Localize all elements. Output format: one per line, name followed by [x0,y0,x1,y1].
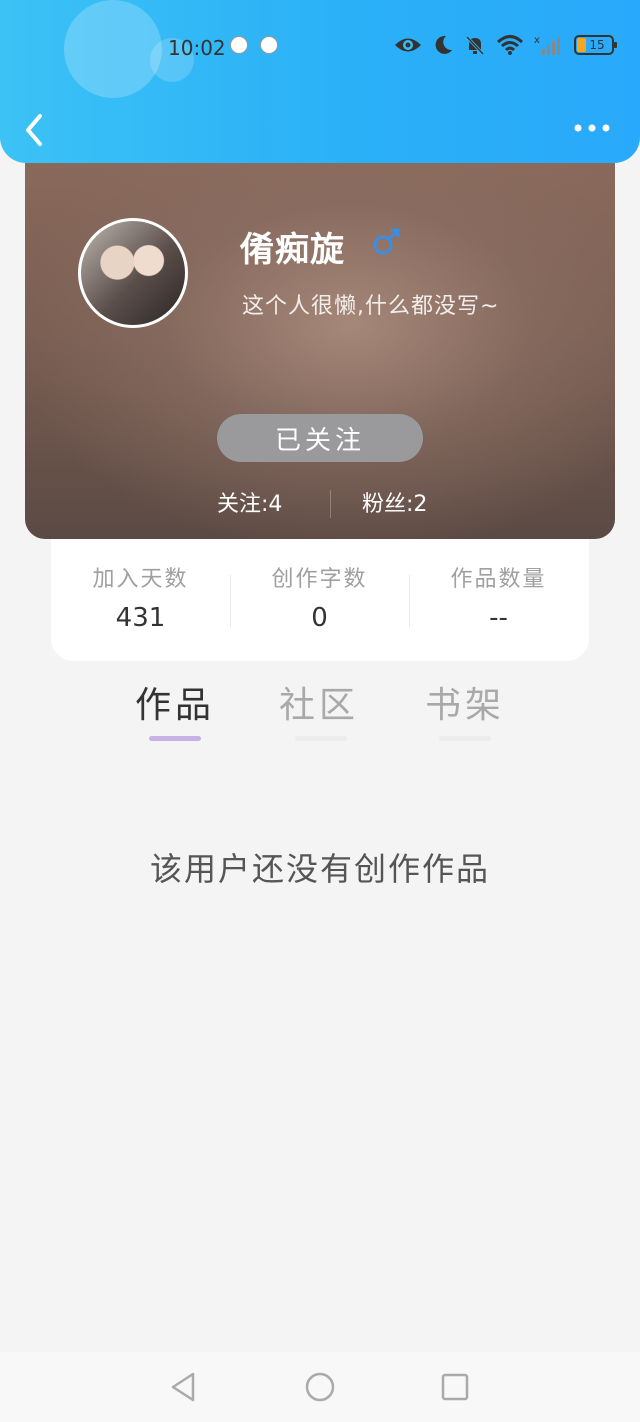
nav-home-button[interactable] [303,1370,337,1404]
tab-bookshelf[interactable]: 书架 [420,676,510,728]
battery-level: 15 [589,38,605,52]
status-icons: x 15 [394,34,617,56]
tab-indicator [439,736,491,741]
chevron-left-icon [26,114,42,146]
stat-join-days: 加入天数 431 [51,561,230,633]
stat-works-count: 作品数量 -- [409,561,588,633]
username: 倄痴旋 [240,230,345,270]
follow-button[interactable]: 已关注 [217,414,423,462]
notification-app-icon [260,36,278,54]
moon-icon [435,35,452,54]
tab-community[interactable]: 社区 [274,676,364,728]
user-bio: 这个人很懒,什么都没写~ [242,294,500,319]
tab-indicator [295,736,347,741]
more-dots-icon [574,124,610,132]
back-triangle-icon [171,1372,195,1402]
stat-value: 431 [115,603,166,633]
top-header: 10:02 x 15 [0,0,640,163]
home-circle-icon [305,1372,335,1402]
followers-count[interactable]: 粉丝:2 [362,486,427,518]
battery-icon: 15 [574,35,617,55]
bell-mute-icon [465,35,485,56]
tab-active-indicator [149,736,201,741]
avatar[interactable] [78,218,188,328]
back-button[interactable] [18,110,54,150]
stat-value: 0 [311,603,328,633]
divider [330,490,331,518]
decorative-bubble [64,0,162,98]
follow-stats: 关注:4 粉丝:2 [25,486,615,522]
system-navbar [0,1352,640,1422]
notification-app-icon [230,36,248,54]
tab-works[interactable]: 作品 [130,676,220,728]
nav-back-button[interactable] [167,1370,201,1404]
male-icon [373,228,400,255]
stats-card: 加入天数 431 创作字数 0 作品数量 -- [51,539,589,661]
stat-label: 加入天数 [92,567,189,592]
wifi-icon [496,35,524,55]
stat-label: 创作字数 [271,567,368,592]
eye-icon [395,38,421,52]
more-options-button[interactable] [572,116,612,140]
stat-label: 作品数量 [450,567,547,592]
svg-text:x: x [534,35,540,46]
following-count[interactable]: 关注:4 [217,486,282,518]
stat-word-count: 创作字数 0 [230,561,409,633]
nav-recent-button[interactable] [438,1370,472,1404]
empty-state-message: 该用户还没有创作作品 [149,850,490,888]
stat-value: -- [489,603,508,633]
status-time: 10:02 [168,36,226,60]
recent-square-icon [441,1373,469,1401]
profile-card: 倄痴旋 这个人很懒,什么都没写~ 已关注 关注:4 粉丝:2 [25,150,615,539]
signal-icon: x [534,35,560,55]
